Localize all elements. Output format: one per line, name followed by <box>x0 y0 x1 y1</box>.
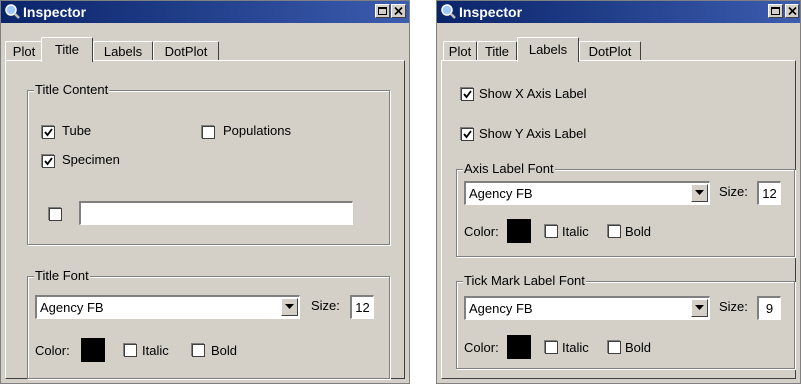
bold-checkbox[interactable] <box>608 341 621 354</box>
tab-label: DotPlot <box>588 44 632 59</box>
show-y-axis-checkbox[interactable] <box>461 128 474 141</box>
color-label: Color: <box>464 340 499 355</box>
size-input[interactable]: 12 <box>350 295 374 319</box>
color-swatch[interactable] <box>507 219 531 243</box>
bold-label: Bold <box>211 343 238 358</box>
dropdown-button[interactable] <box>691 184 708 202</box>
color-label: Color: <box>464 224 499 239</box>
tick-mark-label-font-group: Tick Mark Label Font Agency FB Size: 9 C… <box>456 273 795 369</box>
tab-title[interactable]: Title <box>477 41 517 61</box>
bold-checkbox[interactable] <box>192 344 205 357</box>
title-content-group: Title Content Tube Populations Specimen <box>27 82 390 245</box>
tab-labels[interactable]: Labels <box>517 37 579 62</box>
size-input[interactable]: 9 <box>757 296 781 320</box>
close-button[interactable] <box>785 4 799 18</box>
show-x-axis-label: Show X Axis Label <box>479 86 587 101</box>
font-dropdown[interactable]: Agency FB <box>35 295 300 319</box>
close-icon <box>788 7 797 15</box>
bold-label: Bold <box>625 340 652 355</box>
font-value: Agency FB <box>469 301 533 316</box>
tab-labels[interactable]: Labels <box>93 41 153 61</box>
size-label: Size: <box>719 299 748 314</box>
maximize-button[interactable] <box>768 4 783 18</box>
italic-label: Italic <box>562 340 589 355</box>
font-value: Agency FB <box>40 300 104 315</box>
font-value: Agency FB <box>469 186 533 201</box>
color-swatch[interactable] <box>507 335 531 359</box>
maximize-icon <box>378 7 387 15</box>
custom-title-input[interactable] <box>79 201 353 225</box>
close-button[interactable] <box>391 4 406 18</box>
tab-title[interactable]: Title <box>41 37 93 62</box>
populations-label: Populations <box>223 123 291 138</box>
size-label: Size: <box>311 298 340 313</box>
title-bar[interactable]: Inspector <box>437 1 800 23</box>
tab-label: Title <box>54 42 80 57</box>
tab-plot[interactable]: Plot <box>5 41 43 61</box>
specimen-checkbox[interactable] <box>42 155 55 168</box>
magnifier-icon <box>5 4 20 19</box>
close-icon <box>394 7 403 15</box>
italic-checkbox[interactable] <box>545 341 558 354</box>
specimen-label: Specimen <box>62 152 120 167</box>
dropdown-button[interactable] <box>691 299 708 317</box>
tab-panel: Show X Axis Label Show Y Axis Label Axis… <box>441 60 796 379</box>
tab-dotplot[interactable]: DotPlot <box>579 41 641 61</box>
axis-label-font-group: Axis Label Font Agency FB Size: 12 Color… <box>456 161 795 257</box>
show-x-axis-checkbox[interactable] <box>461 88 474 101</box>
inspector-window-left: Inspector Plot Title Labels DotPlot Titl… <box>0 0 410 384</box>
maximize-icon <box>771 7 780 15</box>
window-title: Inspector <box>459 4 523 20</box>
color-label: Color: <box>35 343 70 358</box>
group-legend: Title Content <box>34 82 110 97</box>
maximize-button[interactable] <box>375 4 390 18</box>
checkmark-icon <box>44 128 53 137</box>
bold-checkbox[interactable] <box>608 225 621 238</box>
tab-label: Plot <box>448 44 472 59</box>
tab-dotplot[interactable]: DotPlot <box>153 41 219 61</box>
tab-label: Labels <box>103 44 143 59</box>
inspector-window-right: Inspector Plot Title Labels DotPlot Show… <box>436 0 801 384</box>
title-font-group: Title Font Agency FB Size: 12 Color: Ita… <box>27 268 390 379</box>
tab-panel: Title Content Tube Populations Specimen … <box>5 60 405 379</box>
checkmark-icon <box>44 157 53 166</box>
italic-checkbox[interactable] <box>545 225 558 238</box>
size-input[interactable]: 12 <box>757 181 781 205</box>
tab-label: Title <box>484 44 510 59</box>
font-dropdown[interactable]: Agency FB <box>464 296 710 320</box>
populations-checkbox[interactable] <box>202 126 215 139</box>
tab-label: Labels <box>528 42 568 57</box>
font-dropdown[interactable]: Agency FB <box>464 181 710 205</box>
title-bar[interactable]: Inspector <box>1 1 409 23</box>
tube-label: Tube <box>62 123 92 138</box>
dropdown-button[interactable] <box>281 298 298 316</box>
color-swatch[interactable] <box>81 338 105 362</box>
show-y-axis-label: Show Y Axis Label <box>479 126 587 141</box>
checkmark-icon <box>463 90 472 99</box>
dropdown-arrow-icon <box>695 190 704 195</box>
italic-label: Italic <box>142 343 169 358</box>
size-label: Size: <box>719 184 748 199</box>
custom-title-checkbox[interactable] <box>49 208 62 221</box>
magnifier-icon <box>441 4 456 19</box>
tab-plot[interactable]: Plot <box>443 41 477 61</box>
italic-label: Italic <box>562 224 589 239</box>
group-legend: Axis Label Font <box>463 161 555 176</box>
tube-checkbox[interactable] <box>42 126 55 139</box>
italic-checkbox[interactable] <box>124 344 137 357</box>
group-legend: Tick Mark Label Font <box>463 273 586 288</box>
dropdown-arrow-icon <box>285 304 294 309</box>
tab-label: Plot <box>12 44 36 59</box>
tab-label: DotPlot <box>164 44 208 59</box>
window-title: Inspector <box>23 4 87 20</box>
group-legend: Title Font <box>34 268 90 283</box>
checkmark-icon <box>463 130 472 139</box>
bold-label: Bold <box>625 224 652 239</box>
dropdown-arrow-icon <box>695 305 704 310</box>
